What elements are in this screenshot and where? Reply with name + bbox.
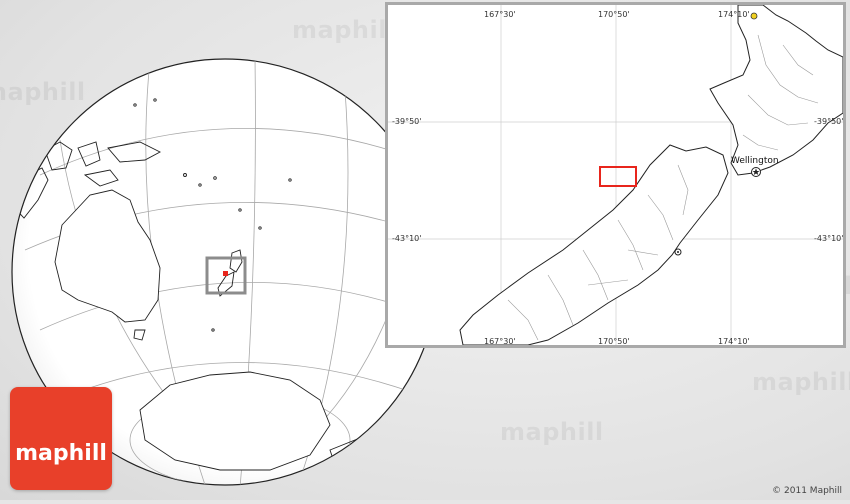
city-marker-icon (750, 12, 758, 20)
copyright-text: © 2011 Maphill (772, 486, 842, 496)
maphill-logo[interactable]: maphill (10, 387, 112, 490)
inset-svg (388, 5, 843, 345)
south-island (459, 144, 729, 345)
coord-top-1: 167°30' (484, 10, 516, 19)
coord-bottom-1: 167°30' (484, 337, 516, 346)
inset-map: 167°30' 170°50' 174°10' 167°30' 170°50' … (385, 2, 846, 348)
coord-left-1: -39°50' (392, 117, 422, 126)
coord-top-2: 170°50' (598, 10, 630, 19)
coord-top-3: 174°10' (718, 10, 750, 19)
coord-right-2: -43°10' (814, 234, 844, 243)
highlight-region (599, 166, 637, 187)
location-marker (223, 271, 228, 276)
coord-bottom-3: 174°10' (718, 337, 750, 346)
watermark: maphill (500, 418, 604, 446)
city-label: Wellington (731, 156, 779, 166)
logo-text: maphill (15, 441, 107, 466)
watermark: maphill (752, 368, 850, 396)
coord-left-2: -43°10' (392, 234, 422, 243)
coord-bottom-2: 170°50' (598, 337, 630, 346)
town-marker-icon (677, 251, 679, 253)
coord-right-1: -39°50' (814, 117, 844, 126)
